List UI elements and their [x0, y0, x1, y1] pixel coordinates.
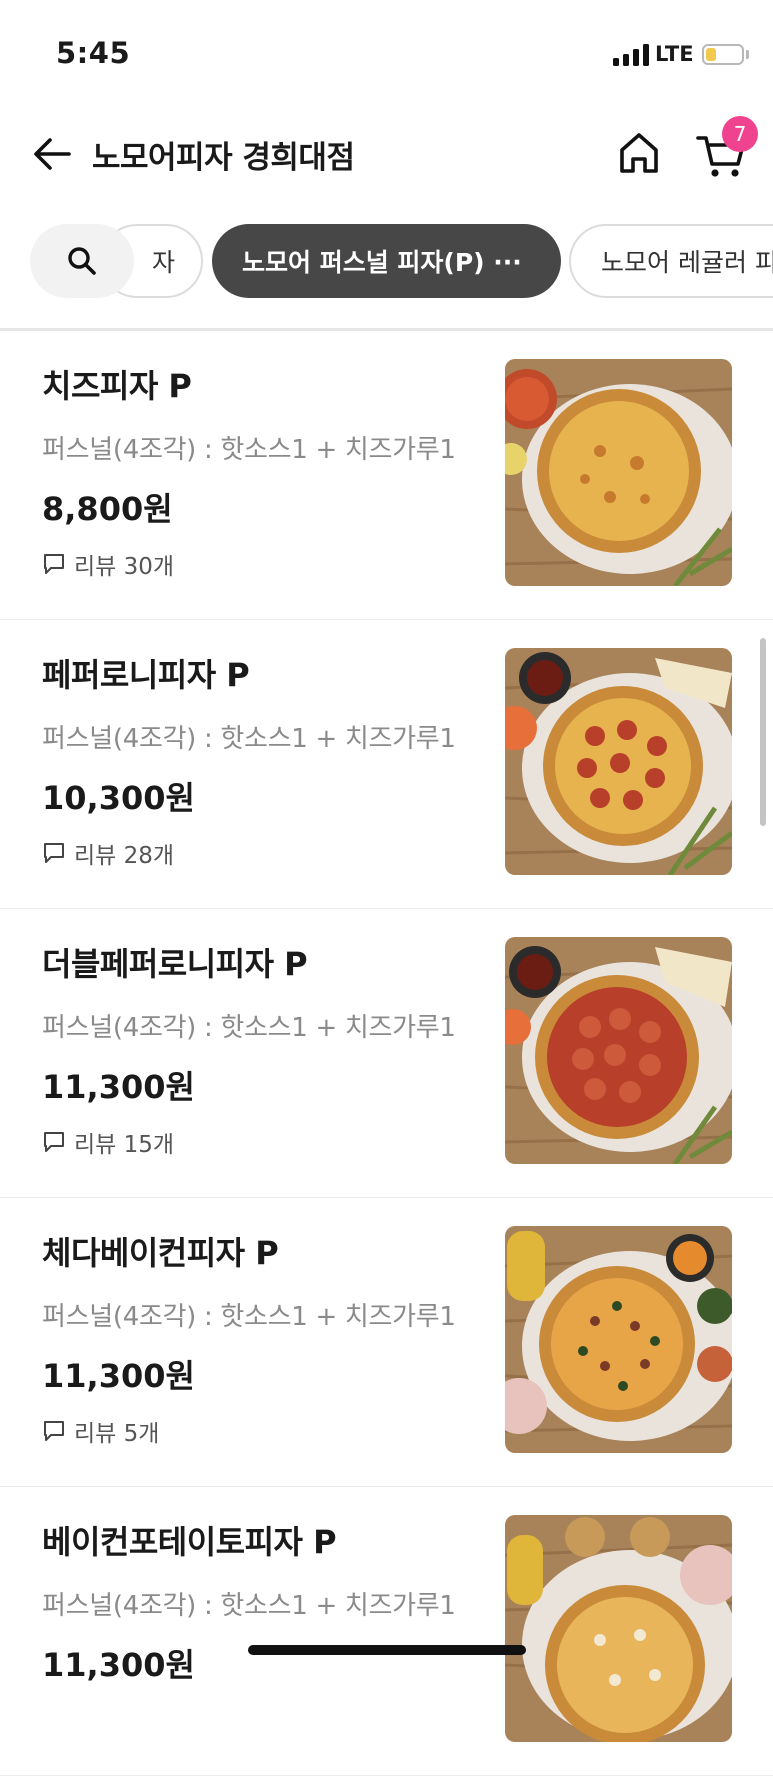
menu-item-name: 치즈피자 P: [42, 367, 192, 405]
menu-item-bacon-potato-pizza[interactable]: 베이컨포테이토피자 P 퍼스널(4조각) : 핫소스1 + 치즈가루1 11,3…: [0, 1487, 773, 1776]
status-time: 5:45: [56, 36, 131, 70]
menu-item-desc: 퍼스널(4조각) : 핫소스1 + 치즈가루1: [42, 435, 456, 465]
menu-item-desc: 퍼스널(4조각) : 핫소스1 + 치즈가루1: [42, 724, 456, 754]
menu-item-double-pepperoni-pizza[interactable]: 더블페퍼로니피자 P 퍼스널(4조각) : 핫소스1 + 치즈가루1 11,30…: [0, 909, 773, 1198]
cart-count-badge: 7: [722, 116, 758, 152]
comment-icon: [44, 843, 64, 863]
battery-cap: [746, 50, 749, 59]
menu-item-price: 11,300원: [42, 1646, 195, 1684]
review-count: 리뷰 28개: [74, 843, 175, 869]
comment-icon: [44, 554, 64, 574]
category-chip-regular-pizza[interactable]: 노모어 레귤러 피: [569, 224, 773, 298]
home-icon: [620, 133, 658, 173]
category-search-button[interactable]: [30, 224, 134, 298]
battery-fill: [706, 48, 716, 61]
page-title: 노모어피자 경희대점: [92, 140, 355, 176]
menu-item-name: 체다베이컨피자 P: [42, 1234, 279, 1272]
menu-item-price: 10,300원: [42, 779, 195, 817]
menu-item-review: 리뷰 28개: [42, 836, 174, 870]
arrow-left-icon: [34, 138, 71, 170]
back-button[interactable]: [28, 130, 76, 178]
cheese-pizza-image[interactable]: [505, 359, 732, 586]
battery-icon: [702, 44, 744, 65]
menu-item-desc: 퍼스널(4조각) : 핫소스1 + 치즈가루1: [42, 1013, 456, 1043]
menu-item-review: 리뷰 5개: [42, 1414, 159, 1448]
menu-item-price: 11,300원: [42, 1068, 195, 1106]
category-chip-personal-pizza[interactable]: 노모어 퍼스널 피자(P) ···: [212, 224, 561, 298]
menu-item-name: 더블페퍼로니피자 P: [42, 945, 308, 983]
pepperoni-pizza-image[interactable]: [505, 648, 732, 875]
menu-list: 치즈피자 P 퍼스널(4조각) : 핫소스1 + 치즈가루1 8,800원 리뷰…: [0, 331, 773, 1776]
search-icon: [68, 247, 96, 275]
menu-item-price: 8,800원: [42, 490, 173, 528]
menu-item-cheese-pizza[interactable]: 치즈피자 P 퍼스널(4조각) : 핫소스1 + 치즈가루1 8,800원 리뷰…: [0, 331, 773, 620]
home-indicator[interactable]: [248, 1645, 526, 1655]
menu-item-desc: 퍼스널(4조각) : 핫소스1 + 치즈가루1: [42, 1591, 456, 1621]
review-count: 리뷰 15개: [74, 1132, 175, 1158]
menu-item-name: 베이컨포테이토피자 P: [42, 1523, 337, 1561]
menu-item-review: 리뷰 15개: [42, 1125, 174, 1159]
status-bar: 5:45 LTE: [0, 0, 773, 100]
network-label: LTE: [655, 42, 694, 66]
cheddar-bacon-pizza-image[interactable]: [505, 1226, 732, 1453]
menu-item-cheddar-bacon-pizza[interactable]: 체다베이컨피자 P 퍼스널(4조각) : 핫소스1 + 치즈가루1 11,300…: [0, 1198, 773, 1487]
double-pepperoni-pizza-image[interactable]: [505, 937, 732, 1164]
menu-item-name: 페퍼로니피자 P: [42, 656, 250, 694]
comment-icon: [44, 1132, 64, 1152]
menu-item-desc: 퍼스널(4조각) : 핫소스1 + 치즈가루1: [42, 1302, 456, 1332]
review-count: 리뷰 5개: [74, 1421, 160, 1447]
scrollbar[interactable]: [760, 638, 766, 826]
menu-item-pepperoni-pizza[interactable]: 페퍼로니피자 P 퍼스널(4조각) : 핫소스1 + 치즈가루1 10,300원…: [0, 620, 773, 909]
menu-item-price: 11,300원: [42, 1357, 195, 1395]
category-chip-row[interactable]: 자 노모어 퍼스널 피자(P) ··· 노모어 레귤러 피: [0, 222, 773, 300]
nav-bar: 노모어피자 경희대점: [0, 110, 773, 200]
menu-item-review: 리뷰 30개: [42, 547, 174, 581]
review-count: 리뷰 30개: [74, 554, 175, 580]
bacon-potato-pizza-image[interactable]: [505, 1515, 732, 1742]
signal-icon: [613, 44, 649, 66]
comment-icon: [44, 1421, 64, 1441]
home-button[interactable]: [614, 128, 664, 178]
